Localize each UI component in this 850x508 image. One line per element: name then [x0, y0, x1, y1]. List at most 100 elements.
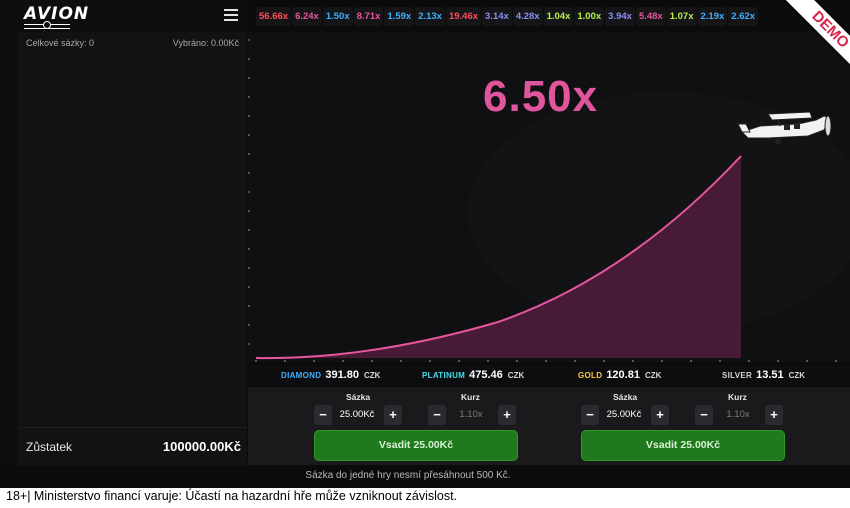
- logo-underline-icon: [24, 21, 70, 29]
- stake-decrease-button[interactable]: −: [314, 405, 332, 425]
- axis-tick: [248, 229, 250, 231]
- axis-tick: [248, 324, 250, 326]
- axis-tick: [516, 360, 518, 362]
- axis-tick: [777, 360, 779, 362]
- game-canvas: 6.50x: [248, 32, 850, 362]
- axis-tick: [248, 286, 250, 288]
- axis-tick: [248, 134, 250, 136]
- history-multiplier: 4.28x: [512, 7, 543, 26]
- place-bet-button[interactable]: Vsadit 25.00Kč: [314, 430, 518, 461]
- stake-value[interactable]: 25.00Kč: [599, 405, 649, 425]
- jackpot-value: 13.51: [756, 369, 784, 381]
- axis-tick: [248, 58, 250, 60]
- jackpot-gold: GOLD 120.81 CZK: [578, 369, 661, 381]
- history-multiplier: 3.94x: [605, 7, 635, 26]
- history-multiplier: 2.62x: [728, 7, 759, 26]
- rate-increase-button[interactable]: +: [498, 405, 516, 425]
- multiplier-history: 56.66x 6.24x 1.50x 8.71x 1.59x 2.13x 19.46x 3.1…: [256, 6, 850, 26]
- axis-tick: [248, 210, 250, 212]
- axis-tick: [248, 343, 250, 345]
- stake-stepper: − 25.00Kč +: [581, 405, 669, 425]
- rate-label: Kurz: [461, 392, 480, 402]
- bet-panel-2: Sázka − 25.00Kč + Kurz − 1.10x + Vsadit …: [579, 387, 850, 465]
- history-multiplier: 1.50x: [322, 7, 353, 26]
- axis-tick: [342, 360, 344, 362]
- axis-tick: [248, 172, 250, 174]
- axis-tick: [313, 360, 315, 362]
- history-multiplier: 1.00x: [574, 7, 605, 26]
- logo: AVION: [24, 4, 90, 24]
- rate-input[interactable]: 1.10x: [713, 405, 763, 425]
- history-multiplier: 6.24x: [292, 7, 322, 26]
- axis-tick: [248, 77, 250, 79]
- jackpot-currency: CZK: [644, 371, 662, 380]
- jackpot-currency: CZK: [507, 371, 525, 380]
- axis-tick: [603, 360, 605, 362]
- axis-tick: [371, 360, 373, 362]
- history-multiplier: 1.59x: [384, 7, 415, 26]
- jackpot-currency: CZK: [363, 371, 381, 380]
- jackpot-name: SILVER: [722, 371, 753, 380]
- axis-tick: [248, 305, 250, 307]
- sidebar: AVION Celkové sázky: 0 Vybráno: 0.00Kč Z…: [0, 0, 247, 466]
- history-multiplier: 56.66x: [256, 7, 292, 26]
- axis-tick: [400, 360, 402, 362]
- bet-panel-1: Sázka − 25.00Kč + Kurz − 1.10x + Vsadit …: [312, 387, 592, 465]
- axis-tick: [487, 360, 489, 362]
- history-multiplier: 19.46x: [445, 7, 482, 26]
- jackpot-value: 475.46: [469, 369, 503, 381]
- gambling-warning: 18+| Ministerstvo financí varuje: Účastí…: [6, 489, 458, 503]
- jackpot-currency: CZK: [788, 371, 806, 380]
- balance-value: 100000.00Kč: [162, 439, 241, 454]
- balance-row: Zůstatek 100000.00Kč: [18, 427, 247, 466]
- axis-tick: [248, 248, 250, 250]
- rate-decrease-button[interactable]: −: [695, 405, 713, 425]
- jackpot-silver: SILVER 13.51 CZK: [722, 369, 805, 381]
- rate-stepper: − 1.10x +: [695, 405, 783, 425]
- axis-tick: [248, 153, 250, 155]
- history-multiplier: 1.04x: [543, 7, 574, 26]
- stake-label: Sázka: [346, 392, 371, 402]
- jackpot-name: GOLD: [578, 371, 603, 380]
- balance-label: Zůstatek: [26, 440, 73, 454]
- y-axis-ticks: [248, 32, 250, 362]
- axis-tick: [248, 115, 250, 117]
- place-bet-button[interactable]: Vsadit 25.00Kč: [581, 430, 785, 461]
- hamburger-menu-icon[interactable]: [224, 9, 238, 21]
- bet-limit-note: Sázka do jedné hry nesmí přesáhnout 500 …: [305, 470, 511, 481]
- bets-panel: Celkové sázky: 0 Vybráno: 0.00Kč: [18, 32, 247, 427]
- jackpot-value: 120.81: [606, 369, 640, 381]
- axis-tick: [255, 360, 257, 362]
- jackpot-name: DIAMOND: [281, 371, 322, 380]
- stake-value[interactable]: 25.00Kč: [332, 405, 382, 425]
- stake-label: Sázka: [613, 392, 638, 402]
- stake-decrease-button[interactable]: −: [581, 405, 599, 425]
- jackpot-platinum: PLATINUM 475.46 CZK: [422, 369, 524, 381]
- rate-decrease-button[interactable]: −: [428, 405, 446, 425]
- stake-increase-button[interactable]: +: [384, 405, 402, 425]
- axis-tick: [632, 360, 634, 362]
- axis-tick: [248, 267, 250, 269]
- logo-bar: AVION: [0, 0, 247, 32]
- history-multiplier: 2.13x: [415, 7, 445, 26]
- axis-tick: [835, 360, 837, 362]
- current-multiplier: 6.50x: [483, 72, 599, 121]
- rate-increase-button[interactable]: +: [765, 405, 783, 425]
- axis-tick: [748, 360, 750, 362]
- jackpot-value: 391.80: [325, 369, 359, 381]
- axis-tick: [806, 360, 808, 362]
- bet-area: Sázka − 25.00Kč + Kurz − 1.10x + Vsadit …: [248, 387, 850, 465]
- axis-tick: [690, 360, 692, 362]
- history-multiplier: 1.07x: [666, 7, 697, 26]
- stake-increase-button[interactable]: +: [651, 405, 669, 425]
- history-multiplier: 2.19x: [697, 7, 728, 26]
- axis-tick: [429, 360, 431, 362]
- axis-tick: [284, 360, 286, 362]
- stake-stepper: − 25.00Kč +: [314, 405, 402, 425]
- rate-stepper: − 1.10x +: [428, 405, 516, 425]
- axis-tick: [545, 360, 547, 362]
- axis-tick: [458, 360, 460, 362]
- history-multiplier: 8.71x: [353, 7, 384, 26]
- rate-input[interactable]: 1.10x: [446, 405, 496, 425]
- jackpots-bar: DIAMOND 391.80 CZK PLATINUM 475.46 CZK GOLD 1…: [248, 364, 850, 386]
